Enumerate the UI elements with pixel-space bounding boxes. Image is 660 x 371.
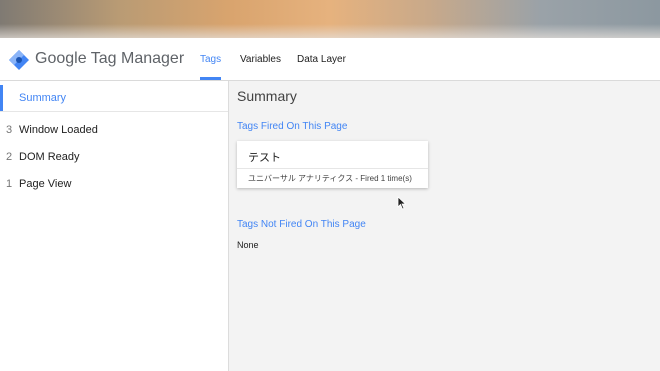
fired-tags-heading: Tags Fired On This Page <box>237 121 348 132</box>
sidebar-item-page-view[interactable]: 1 Page View <box>0 175 228 195</box>
sidebar-item-label: Summary <box>19 92 67 104</box>
not-fired-tags-heading: Tags Not Fired On This Page <box>237 219 366 230</box>
selection-indicator <box>0 85 3 111</box>
divider <box>237 168 428 169</box>
tab-tags[interactable]: Tags <box>200 54 221 65</box>
event-label: Page View <box>19 178 72 190</box>
event-label: DOM Ready <box>19 151 80 163</box>
sidebar-item-summary[interactable]: Summary <box>0 85 228 112</box>
event-label: Window Loaded <box>19 124 98 136</box>
not-fired-tags-value: None <box>237 240 259 250</box>
page-title: Summary <box>237 88 297 104</box>
desktop-background-strip <box>0 0 660 38</box>
active-tab-indicator <box>200 77 221 80</box>
tag-name: テスト <box>248 152 281 164</box>
tab-data-layer[interactable]: Data Layer <box>297 54 346 65</box>
event-number: 2 <box>6 151 13 163</box>
mouse-pointer-icon <box>397 196 407 210</box>
sidebar-item-dom-ready[interactable]: 2 DOM Ready <box>0 148 228 168</box>
sidebar-item-window-loaded[interactable]: 3 Window Loaded <box>0 121 228 141</box>
tab-variables[interactable]: Variables <box>240 54 281 65</box>
event-number: 1 <box>6 178 13 190</box>
event-number: 3 <box>6 124 13 136</box>
app-title: Google Tag Manager <box>35 50 185 67</box>
sidebar: Summary 3 Window Loaded 2 DOM Ready 1 Pa… <box>0 81 229 371</box>
tag-fired-detail: ユニバーサル アナリティクス - Fired 1 time(s) <box>248 174 412 183</box>
gtm-diamond-icon <box>8 49 30 71</box>
tag-card[interactable]: テスト ユニバーサル アナリティクス - Fired 1 time(s) <box>237 141 428 188</box>
